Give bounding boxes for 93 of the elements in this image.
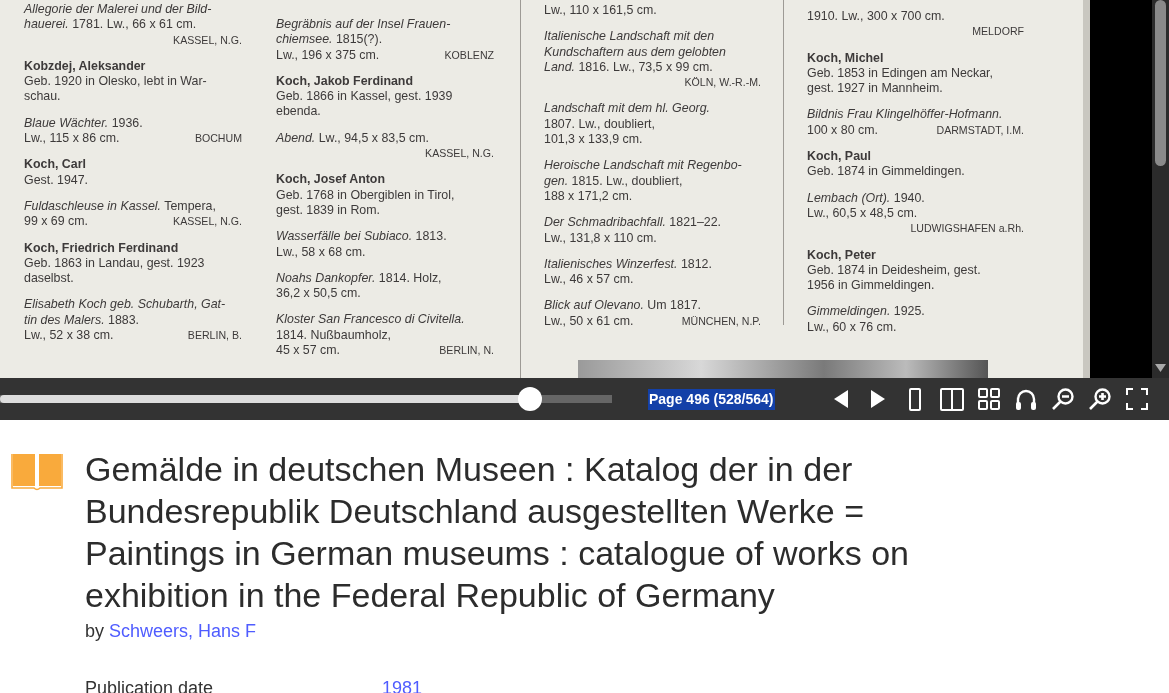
entry-text: 1910. Lw., 300 x 700 cm. [807,9,945,25]
entry-text: gest. 1839 in Rom. [276,202,380,219]
artist-name: Koch, Josef Anton [276,172,386,188]
entry-text: Lembach (Ort). 1940. [807,190,925,206]
fullscreen-icon [1126,388,1149,410]
entry-text: Italienische Landschaft mit den [544,29,715,45]
entry-text: 45 x 57 cm. [276,343,341,359]
entry-text: Gimmeldingen. 1925. [807,304,925,320]
artist-name: Koch, Michel [807,50,885,66]
entry-text: Fuldaschleuse in Kassel. Tempera, [24,198,216,215]
entry-text: Lw., 60 x 76 cm. [807,319,897,336]
entry-text: 101,3 x 133,9 cm. [544,132,643,148]
zoom-in-icon [1089,388,1112,410]
entry-text: Allegorie der Malerei und der Bild- [24,2,212,18]
entry-text: tin des Malers. 1883. [24,312,140,329]
entry-text: Lw., 110 x 161,5 cm. [544,3,657,19]
entry-text: Bildnis Frau Klingelhöffer-Hofmann. [807,107,1003,123]
entry-text: Kundschaftern aus dem gelobten [544,44,726,60]
zoom-out-icon [1052,388,1075,410]
entry-text: Noahs Dankopfer. 1814. Holz, [276,270,442,287]
entry-text: daselbst. [24,271,74,287]
triangle-left-icon [834,390,849,408]
entry-text: gest. 1927 in Mannheim. [807,81,943,97]
entry-text: Landschaft mit dem hl. Georg. [544,101,710,117]
artist-name: Kobzdej, Aleksander [24,58,147,75]
museum-location: LUDWIGSHAFEN a.Rh. [910,221,1024,237]
book-title: Gemälde in deutschen Museen : Katalog der in der Bundesrepublik Deutschland ausgestellten Werke = Paintings in German museums : catalogue of works on exhibition in the Federal Republic of Germany [85,449,910,616]
entry-text: Blick auf Olevano. Um 1817. [544,298,702,314]
entry-text: 100 x 80 cm. [807,122,878,139]
museum-location: KASSEL, N.G. [425,146,494,162]
museum-location: MELDORF [972,24,1024,40]
entry-text: hauerei. 1781. Lw., 66 x 61 cm. [24,17,197,33]
by-label: by [85,621,104,641]
entry-text: 99 x 69 cm. [24,214,89,230]
museum-location: BERLIN, N. [439,343,494,359]
museum-location: KOBLENZ [444,47,494,63]
entry-text: Heroische Landschaft mit Regenbo- [544,158,742,174]
entry-text: schau. [24,89,61,105]
artist-name: Koch, Carl [24,157,87,173]
entry-text: Lw., 131,8 x 110 cm. [544,230,657,246]
artist-name: Koch, Jakob Ferdinand [276,73,414,90]
museum-location: DARMSTADT, I.M. [936,122,1024,138]
museum-location: KASSEL, N.G. [173,32,242,48]
entry-text: chiemsee. 1815(?). [276,32,383,48]
two-page-icon [940,387,965,411]
museum-location: KÖLN, W.-R.-M. [684,75,761,91]
author-link[interactable]: Schweers, Hans F [109,621,257,641]
entry-text: Land. 1816. Lw., 73,5 x 99 cm. [544,59,713,76]
entry-text: 188 x 171,2 cm. [544,188,633,205]
entry-text: 1956 in Gimmeldingen. [807,278,935,294]
page-number: Page 496 (528/564) [648,388,775,410]
entry-text: Geb. 1863 in Landau, gest. 1923 [24,255,205,272]
entry-text: Geb. 1768 in Obergiblen in Tirol, [276,187,455,203]
entry-text: Geb. 1853 in Edingen am Neckar, [807,65,993,82]
museum-location: BOCHUM [194,131,242,147]
entry-text: Abend. Lw., 94,5 x 83,5 cm. [276,130,429,147]
entry-text: Lw., 60,5 x 48,5 cm. [807,205,918,222]
scrollbar[interactable] [1152,0,1169,378]
entry-text: Lw., 115 x 86 cm. [24,131,120,147]
entry-text: Lw., 46 x 57 cm. [544,272,634,288]
artist-name: Koch, Friedrich Ferdinand [24,240,180,256]
entry-text: 1814. Nußbaumholz, [276,327,392,344]
entry-text: Elisabeth Koch geb. Schubarth, Gat- [24,297,226,313]
entry-text: Begräbnis auf der Insel Frauen- [276,17,451,33]
entry-text: gen. 1815. Lw., doubliert, [544,173,683,189]
entry-text: Geb. 1874 in Gimmeldingen. [807,164,965,180]
triangle-down-icon[interactable] [1155,364,1166,372]
entry-text: Italienisches Winzerfest. 1812. [544,256,712,273]
museum-location: BERLIN, B. [187,328,242,344]
entry-text: Geb. 1874 in Deidesheim, gest. [807,262,981,279]
entry-text: Lw., 196 x 375 cm. [276,47,380,63]
triangle-right-icon [871,390,886,408]
headphones-icon [1015,388,1038,410]
museum-location: MÜNCHEN, N.P. [681,313,761,329]
artist-name: Koch, Paul [807,149,873,165]
entry-text: Lw., 50 x 61 cm. [544,313,634,330]
grid-icon [978,388,1001,410]
slider-handle[interactable] [518,387,542,411]
entry-text: Geb. 1866 in Kassel, gest. 1939 [276,89,453,105]
entry-text: Der Schmadribachfall. 1821–22. [544,215,722,231]
entry-text: Lw., 58 x 68 cm. [276,244,366,260]
artist-name: Koch, Peter [807,247,877,263]
entry-text: Geb. 1920 in Olesko, lebt in War- [24,74,207,90]
entry-text: Wasserfälle bei Subiaco. 1813. [276,229,447,245]
entry-text: Blaue Wächter. 1936. [24,115,143,132]
entry-text: ebenda. [276,104,321,120]
museum-location: KASSEL, N.G. [173,214,242,230]
entry-text: Lw., 52 x 38 cm. [24,328,114,344]
entry-text: 1807. Lw., doubliert, [544,116,655,133]
entry-text: 36,2 x 50,5 cm. [276,286,361,302]
entry-text: Gest. 1947. [24,172,89,188]
single-page-icon [909,387,922,411]
entry-text: Kloster San Francesco di Civitella. [276,312,465,328]
